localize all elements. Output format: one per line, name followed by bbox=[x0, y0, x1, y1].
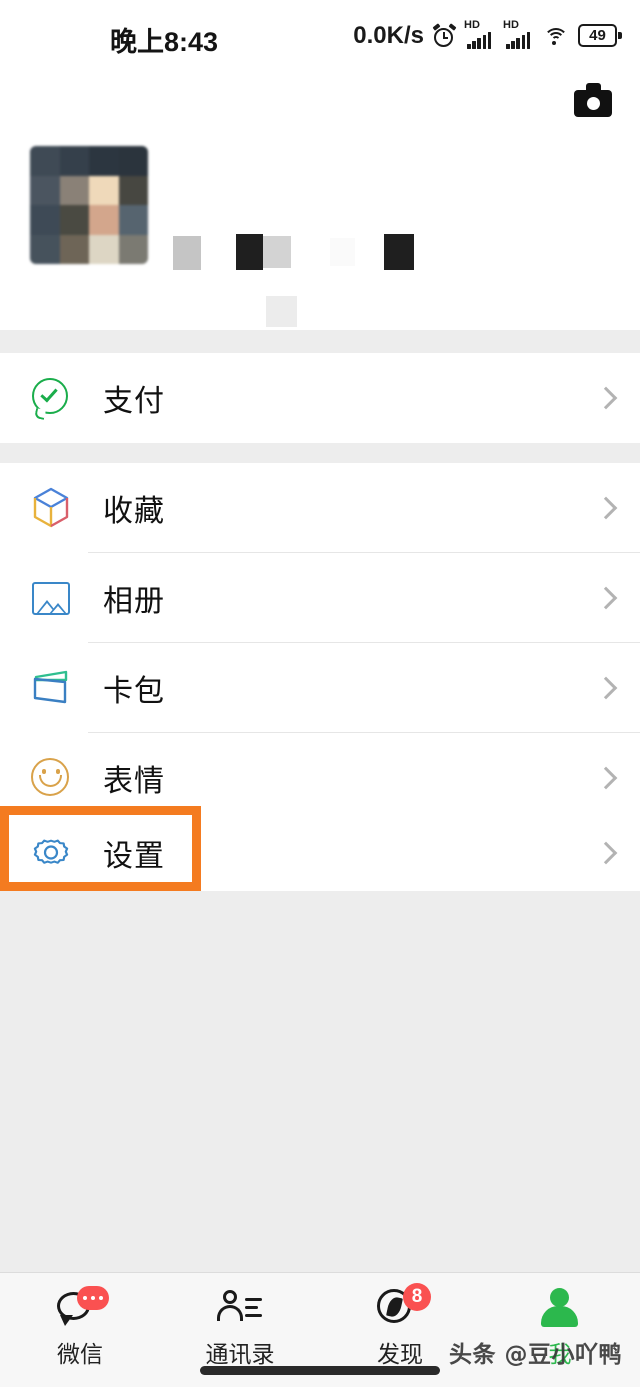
stickers-icon bbox=[28, 755, 74, 801]
alarm-clock-icon bbox=[432, 22, 457, 48]
chevron-right-icon bbox=[596, 766, 610, 790]
unread-dots-badge bbox=[77, 1286, 109, 1310]
watermark-text: 头条 @豆小吖鸭 bbox=[448, 1342, 622, 1368]
section-gap bbox=[0, 443, 640, 463]
profile-header[interactable] bbox=[0, 68, 640, 330]
cards-icon bbox=[28, 665, 74, 711]
menu-group-payment: 支付 bbox=[0, 353, 640, 443]
compass-icon: 8 bbox=[375, 1283, 431, 1332]
home-indicator bbox=[200, 1366, 440, 1375]
battery-icon: 49 bbox=[578, 24, 622, 48]
menu-group-settings: 设置 bbox=[0, 815, 640, 891]
menu-row-label: 卡包 bbox=[103, 674, 165, 709]
chevron-right-icon bbox=[596, 496, 610, 520]
tab-label: 通讯录 bbox=[205, 1342, 275, 1368]
settings-gear-icon bbox=[28, 830, 74, 876]
tab-wechat[interactable]: 微信 bbox=[0, 1273, 160, 1387]
signal-sim2-icon: HD bbox=[503, 19, 534, 49]
page-filler bbox=[0, 891, 640, 1272]
tab-me[interactable]: 我 bbox=[480, 1273, 640, 1387]
menu-row-cards[interactable]: 卡包 bbox=[0, 643, 640, 733]
signal-sim1-icon: HD bbox=[464, 19, 495, 49]
menu-group-content: 收藏 相册 卡包 表情 bbox=[0, 463, 640, 823]
status-indicators: 0.0K/s HD HD 49 bbox=[353, 19, 622, 50]
menu-row-label: 支付 bbox=[103, 384, 165, 419]
favorites-icon bbox=[28, 485, 74, 531]
menu-row-pay[interactable]: 支付 bbox=[0, 353, 640, 443]
status-time: 晚上8:43 bbox=[110, 27, 219, 57]
wechat-me-screen: 晚上8:43 0.0K/s HD HD 49 支付 收藏 相册 卡包 表情 设置… bbox=[0, 0, 640, 1387]
person-icon bbox=[535, 1286, 585, 1332]
chevron-right-icon bbox=[596, 586, 610, 610]
tab-label: 发现 bbox=[377, 1342, 423, 1368]
nickname-redaction-block bbox=[173, 236, 201, 270]
camera-icon[interactable] bbox=[574, 83, 612, 117]
chevron-right-icon bbox=[596, 841, 610, 865]
status-bar: 晚上8:43 0.0K/s HD HD 49 bbox=[0, 0, 640, 68]
nickname-redaction-block bbox=[330, 238, 355, 266]
contacts-icon bbox=[215, 1286, 265, 1332]
menu-row-label: 收藏 bbox=[103, 494, 165, 529]
nickname-redaction-block bbox=[263, 236, 291, 268]
nickname-redaction-block bbox=[236, 234, 263, 270]
menu-row-favorites[interactable]: 收藏 bbox=[0, 463, 640, 553]
album-icon bbox=[28, 575, 74, 621]
sim2-hd-label: HD bbox=[503, 19, 519, 31]
menu-row-stickers[interactable]: 表情 bbox=[0, 733, 640, 823]
discover-badge-count: 8 bbox=[403, 1283, 431, 1311]
bottom-tab-bar: 微信 通讯录 8 发现 我 bbox=[0, 1272, 640, 1387]
wechat-id-redaction-block bbox=[266, 296, 297, 327]
wifi-icon bbox=[543, 26, 569, 47]
pay-icon bbox=[28, 375, 74, 421]
sim1-hd-label: HD bbox=[464, 19, 480, 31]
chevron-right-icon bbox=[596, 676, 610, 700]
menu-row-label: 表情 bbox=[103, 764, 165, 799]
chat-bubble-icon bbox=[55, 1286, 109, 1332]
network-speed-text: 0.0K/s bbox=[353, 22, 424, 49]
menu-row-album[interactable]: 相册 bbox=[0, 553, 640, 643]
chevron-right-icon bbox=[596, 386, 610, 410]
avatar[interactable] bbox=[30, 146, 148, 264]
menu-row-settings[interactable]: 设置 bbox=[0, 815, 640, 891]
section-gap bbox=[0, 330, 640, 353]
nickname-redaction-block bbox=[384, 234, 414, 270]
tab-label: 微信 bbox=[57, 1342, 103, 1368]
menu-row-label: 设置 bbox=[103, 839, 165, 874]
menu-row-label: 相册 bbox=[103, 584, 165, 619]
battery-level-text: 49 bbox=[589, 27, 606, 44]
